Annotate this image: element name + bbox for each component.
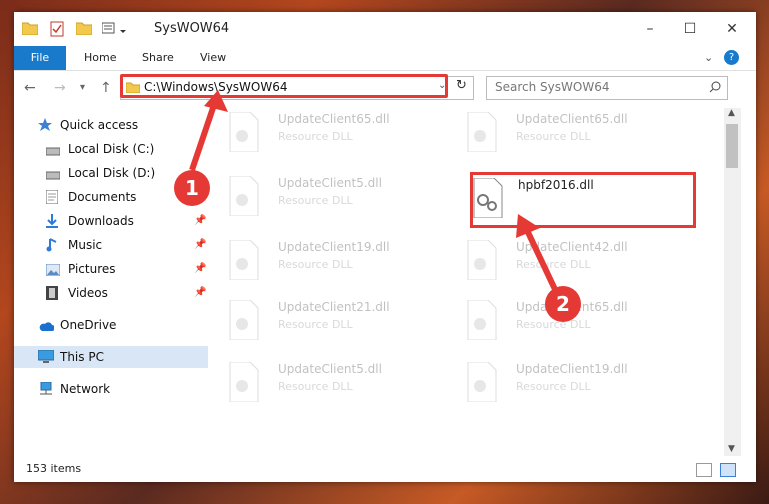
arrow-2 [516, 214, 563, 302]
step-badge-2: 2 [545, 286, 581, 322]
arrow-1 [189, 90, 228, 171]
step-badge-1: 1 [174, 170, 210, 206]
annotation-arrows [189, 90, 563, 302]
